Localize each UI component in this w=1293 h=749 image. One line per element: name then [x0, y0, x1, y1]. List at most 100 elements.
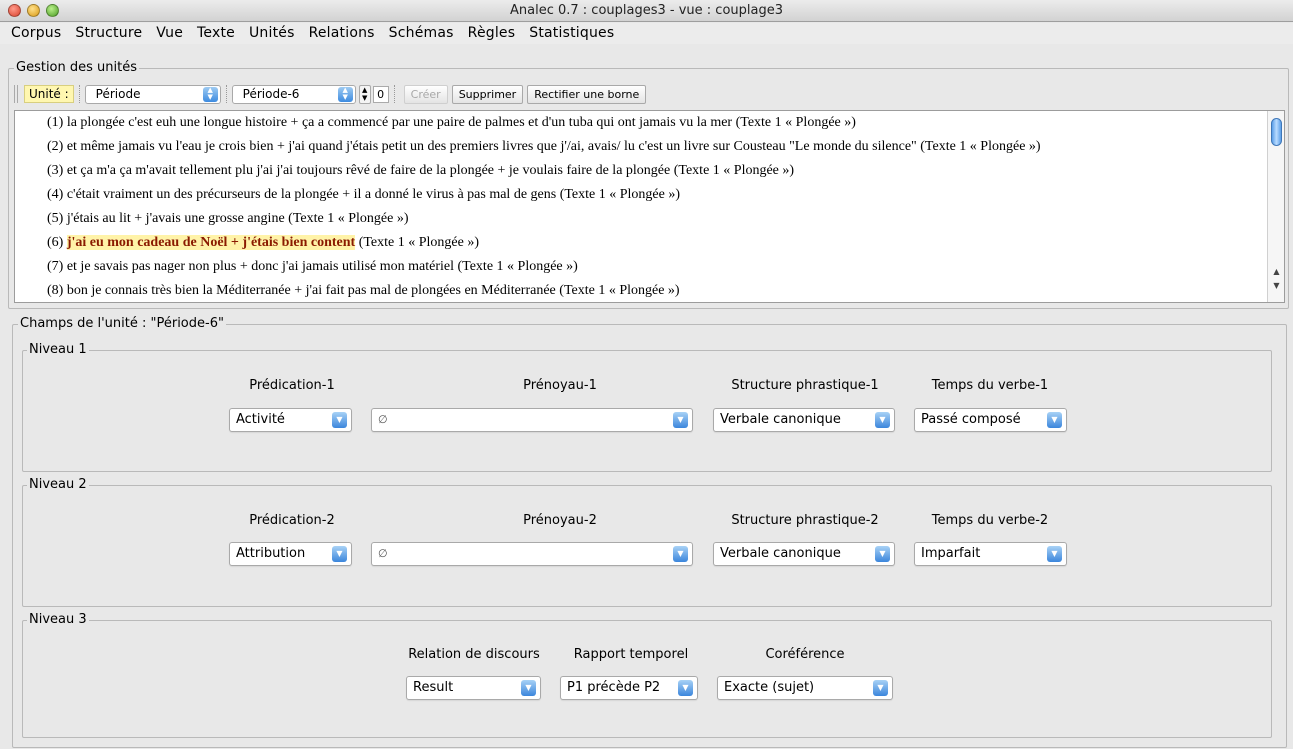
units-toolbar: Unité : Période ▲ ▼ Période-6 ▲ ▼ ▲ ▼ 0 Cré…	[14, 83, 647, 105]
highlighted-unit[interactable]: j'ai eu mon cadeau de Noël + j'étais bie…	[66, 235, 356, 250]
menu-relations[interactable]: Relations	[302, 23, 382, 44]
scroll-down-arrow-icon[interactable]: ▼	[1271, 280, 1282, 292]
line-number: (5)	[47, 211, 64, 226]
relation-value: Result	[413, 680, 454, 695]
prenoyau2-select[interactable]: ∅ ▼	[371, 542, 693, 566]
coref-label: Coréférence	[765, 647, 845, 662]
line-number: (2)	[47, 139, 64, 154]
line-text: la plongée c'est euh une longue histoire…	[63, 115, 856, 130]
list-item-selected[interactable]: (6) j'ai eu mon cadeau de Noël + j'étais…	[47, 234, 479, 252]
dropdown-arrow-icon: ▼	[1047, 546, 1062, 562]
list-item[interactable]: (1) la plongée c'est euh une longue hist…	[47, 114, 856, 132]
temps2-value: Imparfait	[921, 546, 981, 561]
list-item[interactable]: (7) et je savais pas nager non plus + do…	[47, 258, 578, 276]
line-number: (8)	[47, 283, 64, 298]
menu-statistiques[interactable]: Statistiques	[522, 23, 621, 44]
fields-group-title: Champs de l'unité : "Période-6"	[18, 316, 226, 331]
unit-instance-select[interactable]: Période-6 ▲ ▼	[231, 84, 356, 104]
toolbar-separator	[225, 85, 227, 103]
menu-vue[interactable]: Vue	[149, 23, 190, 44]
relation-select[interactable]: Result ▼	[406, 676, 541, 700]
predication2-label: Prédication-2	[249, 513, 335, 528]
coref-select[interactable]: Exacte (sujet) ▼	[717, 676, 893, 700]
scroll-up-arrow-icon[interactable]: ▲	[1271, 266, 1282, 278]
menu-texte[interactable]: Texte	[190, 23, 242, 44]
prenoyau1-label: Prénoyau-1	[523, 378, 597, 393]
predication1-select[interactable]: Activité ▼	[229, 408, 352, 432]
line-text: bon je connais très bien la Méditerranée…	[63, 283, 680, 298]
text-list[interactable]: (1) la plongée c'est euh une longue hist…	[14, 110, 1285, 303]
rapport-select[interactable]: P1 précède P2 ▼	[560, 676, 698, 700]
toolbar-separator	[78, 85, 80, 103]
predication1-value: Activité	[236, 412, 285, 427]
temps2-select[interactable]: Imparfait ▼	[914, 542, 1067, 566]
title-bar: Analec 0.7 : couplages3 - vue : couplage…	[0, 0, 1293, 22]
window-title: Analec 0.7 : couplages3 - vue : couplage…	[510, 3, 783, 18]
relation-label: Relation de discours	[408, 647, 540, 662]
coref-value: Exacte (sujet)	[724, 680, 815, 695]
dropdown-arrow-icon: ▼	[875, 546, 890, 562]
unit-instance-value: Période-6	[242, 86, 300, 101]
prenoyau2-label: Prénoyau-2	[523, 513, 597, 528]
line-number: (4)	[47, 187, 64, 202]
toolbar-grip[interactable]	[14, 85, 18, 103]
menu-bar: Corpus Structure Vue Texte Unités Relati…	[0, 23, 1293, 44]
dropdown-arrow-icon: ▼	[873, 680, 888, 696]
updown-arrows-icon: ▲ ▼	[337, 86, 353, 102]
dropdown-arrow-icon: ▼	[875, 412, 890, 428]
list-item[interactable]: (4) c'était vraiment un des précurseurs …	[47, 186, 680, 204]
niveau2-title: Niveau 2	[27, 477, 89, 492]
scroll-thumb[interactable]	[1271, 118, 1282, 146]
line-number: (1)	[47, 115, 64, 130]
menu-corpus[interactable]: Corpus	[4, 23, 68, 44]
vertical-scrollbar[interactable]: ▲ ▼	[1267, 111, 1284, 302]
menu-schemas[interactable]: Schémas	[382, 23, 461, 44]
list-item[interactable]: (3) et ça m'a ça m'avait tellement plu j…	[47, 162, 794, 180]
dropdown-arrow-icon: ▼	[673, 412, 688, 428]
menu-unites[interactable]: Unités	[242, 23, 302, 44]
count-field[interactable]: 0	[372, 85, 389, 103]
list-item[interactable]: (2) et même jamais vu l'eau je crois bie…	[47, 138, 1041, 156]
dropdown-arrow-icon: ▼	[332, 546, 347, 562]
delete-button[interactable]: Supprimer	[451, 84, 524, 104]
line-number: (3)	[47, 163, 64, 178]
temps1-select[interactable]: Passé composé ▼	[914, 408, 1067, 432]
dropdown-arrow-icon: ▼	[678, 680, 693, 696]
line-text-suffix: (Texte 1 « Plongée »)	[355, 235, 480, 250]
predication1-label: Prédication-1	[249, 378, 335, 393]
predication2-select[interactable]: Attribution ▼	[229, 542, 352, 566]
fix-boundary-button[interactable]: Rectifier une borne	[527, 84, 647, 104]
temps2-label: Temps du verbe-2	[931, 513, 1049, 528]
updown-arrows-icon: ▲ ▼	[202, 86, 218, 102]
line-number: (6)	[47, 235, 64, 250]
prenoyau2-value: ∅	[378, 547, 388, 560]
structure2-select[interactable]: Verbale canonique ▼	[713, 542, 895, 566]
unit-type-select[interactable]: Période ▲ ▼	[84, 84, 221, 104]
list-item[interactable]: (5) j'étais au lit + j'avais une grosse …	[47, 210, 408, 228]
line-text: et ça m'a ça m'avait tellement plu j'ai …	[63, 163, 795, 178]
prenoyau1-value: ∅	[378, 413, 388, 426]
rapport-label: Rapport temporel	[573, 647, 689, 662]
predication2-value: Attribution	[236, 546, 306, 561]
structure1-select[interactable]: Verbale canonique ▼	[713, 408, 895, 432]
niveau3-title: Niveau 3	[27, 612, 89, 627]
menu-regles[interactable]: Règles	[461, 23, 523, 44]
line-text: c'était vraiment un des précurseurs de l…	[63, 187, 681, 202]
structure1-value: Verbale canonique	[720, 412, 841, 427]
dropdown-arrow-icon: ▼	[1047, 412, 1062, 428]
line-text: et même jamais vu l'eau je crois bien + …	[63, 139, 1041, 154]
dropdown-arrow-icon: ▼	[673, 546, 688, 562]
menu-structure[interactable]: Structure	[68, 23, 149, 44]
temps1-value: Passé composé	[921, 412, 1021, 427]
units-group-title: Gestion des unités	[14, 60, 139, 75]
dropdown-arrow-icon: ▼	[521, 680, 536, 696]
toolbar-separator	[393, 85, 395, 103]
create-button[interactable]: Créer	[403, 84, 448, 104]
list-item[interactable]: (8) bon je connais très bien la Méditerr…	[47, 282, 680, 300]
line-number: (7)	[47, 259, 64, 274]
prenoyau1-select[interactable]: ∅ ▼	[371, 408, 693, 432]
structure1-label: Structure phrastique-1	[731, 378, 879, 393]
structure2-value: Verbale canonique	[720, 546, 841, 561]
dropdown-arrow-icon: ▼	[332, 412, 347, 428]
count-spinner[interactable]: ▲ ▼	[358, 84, 371, 104]
